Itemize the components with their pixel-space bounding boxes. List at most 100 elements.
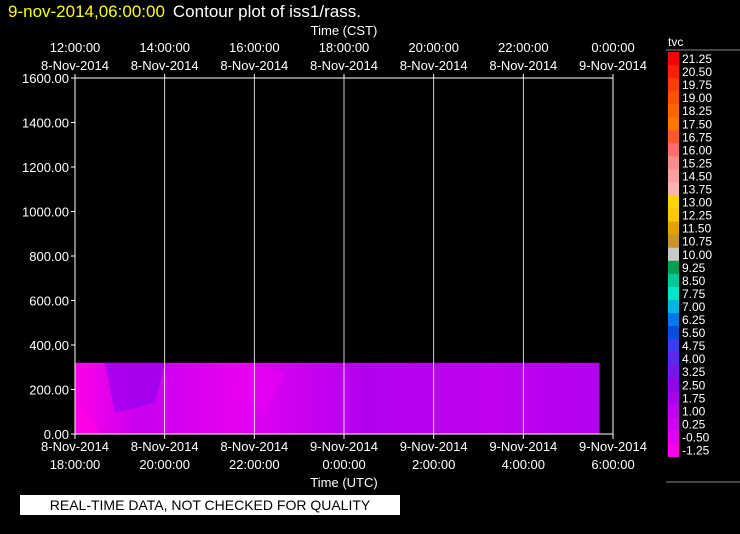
x-axis-label: Time (UTC): [310, 475, 377, 490]
colorbar-level-label: 1.00: [682, 404, 706, 418]
x-tick-date-label: 9-Nov-2014: [489, 439, 557, 454]
colorbar-swatch: [668, 260, 679, 275]
colorbar-level-label: 16.00: [682, 143, 712, 157]
colorbar-swatch: [668, 286, 679, 301]
colorbar-level-label: 19.75: [682, 78, 712, 92]
colorbar-swatch: [668, 313, 679, 327]
contour-chart: 8-Nov-2014 18:00:00 8-Nov-2014 20:00:00 8-No…: [22, 23, 740, 490]
y-tick-label: 1200.00: [22, 160, 69, 175]
top-tick-date-label: 8-Nov-2014: [131, 58, 199, 73]
colorbar-swatch: [668, 339, 679, 353]
colorbar-swatch: [668, 326, 679, 340]
top-tick-date-label: 9-Nov-2014: [579, 58, 647, 73]
top-tick-time-label: 14:00:00: [139, 40, 190, 55]
colorbar-swatch: [668, 365, 679, 379]
top-tick-time-label: 16:00:00: [229, 40, 280, 55]
top-tick-date-label: 8-Nov-2014: [400, 58, 468, 73]
colorbar-swatch: [668, 104, 679, 118]
colorbar-swatch: [668, 208, 679, 223]
x-tick-date-label: 8-Nov-2014: [220, 439, 288, 454]
colorbar-level-label: 13.75: [682, 183, 712, 197]
x-tick-time-label: 4:00:00: [502, 457, 545, 472]
x-tick-date-label: 9-Nov-2014: [400, 439, 468, 454]
colorbar-level-label: 4.00: [682, 352, 706, 366]
colorbar-swatch: [668, 273, 679, 288]
y-tick-label: 1000.00: [22, 205, 69, 220]
colorbar-level-label: 10.75: [682, 235, 712, 249]
top-tick-time-label: 12:00:00: [50, 40, 101, 55]
colorbar-level-label: 7.75: [682, 287, 706, 301]
y-tick-label: 200.00: [29, 383, 69, 398]
colorbar-level-label: 12.25: [682, 209, 712, 223]
colorbar-swatch: [668, 247, 679, 262]
top-axis-label: Time (CST): [311, 23, 378, 38]
colorbar-swatch: [668, 430, 679, 444]
colorbar-level-label: 4.75: [682, 339, 706, 353]
colorbar-swatch: [668, 78, 679, 92]
x-tick-date-label: 8-Nov-2014: [131, 439, 199, 454]
top-tick-time-label: 20:00:00: [408, 40, 459, 55]
colorbar-level-label: 20.50: [682, 65, 712, 79]
colorbar-level-label: 11.50: [682, 222, 711, 236]
colorbar-level-label: 16.75: [682, 130, 712, 144]
colorbar-level-label: 2.50: [682, 378, 706, 392]
y-tick-label: 600.00: [29, 294, 69, 309]
colorbar-level-label: 8.50: [682, 274, 706, 288]
top-tick-time-label: 18:00:00: [319, 40, 370, 55]
top-tick-date-label: 8-Nov-2014: [310, 58, 378, 73]
colorbar-swatch: [668, 182, 679, 197]
colorbar-swatch: [668, 65, 679, 79]
y-tick-label: 1400.00: [22, 116, 69, 131]
x-tick-date-label: 9-Nov-2014: [310, 439, 378, 454]
colorbar-swatch: [668, 143, 679, 157]
y-tick-label: 800.00: [29, 249, 69, 264]
y-tick-label: 400.00: [29, 338, 69, 353]
colorbar-swatch: [668, 169, 679, 183]
colorbar-swatch: [668, 443, 679, 458]
colorbar-swatch: [668, 378, 679, 392]
top-tick-date-label: 8-Nov-2014: [489, 58, 557, 73]
colorbar-level-label: 15.25: [682, 156, 712, 170]
colorbar-swatch: [668, 391, 679, 405]
top-tick-time-label: 22:00:00: [498, 40, 549, 55]
x-tick-time-label: 0:00:00: [322, 457, 365, 472]
colorbar-level-label: 18.25: [682, 104, 712, 118]
colorbar-swatch: [668, 234, 679, 249]
x-tick-time-label: 20:00:00: [139, 457, 190, 472]
colorbar-level-label: 9.25: [682, 261, 706, 275]
colorbar-swatch: [668, 417, 679, 431]
y-tick-label: 0.00: [44, 427, 69, 442]
colorbar-level-label: -0.50: [682, 430, 710, 444]
colorbar-level-label: 0.25: [682, 417, 706, 431]
colorbar-title: tvc: [668, 35, 683, 49]
x-tick-time-label: 22:00:00: [229, 457, 280, 472]
colorbar-level-label: 5.50: [682, 326, 706, 340]
colorbar-swatch: [668, 117, 679, 131]
colorbar-level-label: 1.75: [682, 391, 706, 405]
colorbar-level-label: 14.50: [682, 169, 712, 183]
colorbar-swatch: [668, 130, 679, 144]
colorbar-level-label: 3.25: [682, 365, 706, 379]
x-tick-time-label: 18:00:00: [50, 457, 101, 472]
colorbar-swatch: [668, 91, 679, 105]
colorbar-level-label: 7.00: [682, 300, 706, 314]
colorbar-swatch: [668, 195, 679, 210]
colorbar-swatch: [668, 299, 679, 314]
colorbar-swatch: [668, 404, 679, 418]
colorbar-level-label: -1.25: [682, 444, 710, 458]
top-tick-date-label: 8-Nov-2014: [220, 58, 288, 73]
top-tick-time-label: 0:00:00: [591, 40, 634, 55]
colorbar-swatch: [668, 156, 679, 170]
colorbar-level-label: 6.25: [682, 313, 706, 327]
quality-banner: REAL-TIME DATA, NOT CHECKED FOR QUALITY: [20, 495, 400, 515]
colorbar-level-label: 17.50: [682, 117, 712, 131]
x-tick-date-label: 9-Nov-2014: [579, 439, 647, 454]
y-tick-label: 1600.00: [22, 71, 69, 86]
colorbar-swatch: [668, 221, 679, 236]
colorbar-level-label: 13.00: [682, 196, 712, 210]
x-tick-time-label: 2:00:00: [412, 457, 455, 472]
colorbar-level-label: 10.00: [682, 248, 712, 262]
colorbar-level-label: 21.25: [682, 52, 712, 66]
colorbar-swatch: [668, 352, 679, 366]
colorbar-swatch: [668, 52, 679, 66]
